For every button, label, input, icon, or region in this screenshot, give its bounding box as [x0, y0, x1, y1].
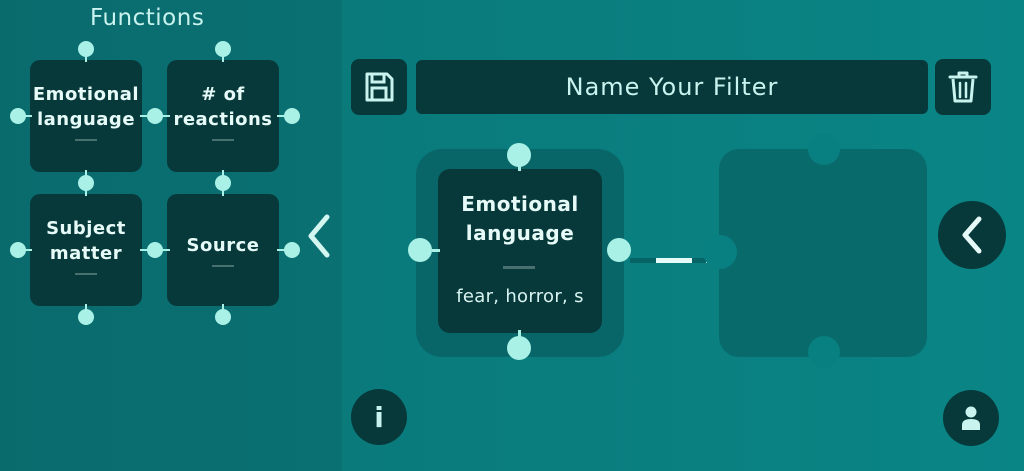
slot-notch-left	[703, 235, 737, 269]
filter-name-placeholder: Name Your Filter	[565, 73, 779, 101]
save-button[interactable]	[351, 59, 407, 115]
connector-node	[284, 242, 300, 258]
connector-node-right[interactable]	[607, 238, 631, 262]
filter-slot-empty[interactable]	[719, 149, 927, 357]
connector-node	[78, 309, 94, 325]
function-card-subject-matter[interactable]: Subject matter	[30, 194, 142, 306]
connector-node	[10, 242, 26, 258]
info-icon: i	[374, 400, 384, 434]
function-card-number-of-reactions[interactable]: # of reactions	[167, 60, 279, 172]
active-card-value: fear, horror, s	[456, 286, 584, 307]
connector-node-left[interactable]	[408, 238, 432, 262]
collapse-panel-button[interactable]	[305, 212, 333, 260]
back-button[interactable]	[938, 201, 1006, 269]
function-card-source[interactable]: Source	[167, 194, 279, 306]
person-icon	[962, 406, 980, 430]
chevron-left-icon	[308, 214, 330, 258]
connector-node	[78, 175, 94, 191]
function-card-emotional-language[interactable]: Emotional language	[30, 60, 142, 172]
connector-node-bottom[interactable]	[507, 336, 531, 360]
card-divider	[75, 272, 97, 275]
connector-node	[147, 242, 163, 258]
card-divider	[212, 265, 234, 267]
connector-node	[284, 108, 300, 124]
save-icon	[365, 72, 394, 102]
profile-button[interactable]	[943, 390, 999, 446]
connector-node	[215, 175, 231, 191]
connector-node	[215, 309, 231, 325]
active-card-title: Emotional language	[461, 192, 579, 245]
connector-node	[10, 108, 26, 124]
function-card-label: Emotional language	[32, 83, 140, 130]
connector-stub	[518, 165, 521, 171]
connector-node	[78, 41, 94, 57]
info-button[interactable]: i	[351, 389, 407, 445]
functions-title: Functions	[90, 5, 205, 31]
trash-icon	[948, 71, 978, 103]
slot-notch-top	[808, 133, 840, 165]
filter-name-input[interactable]: Name Your Filter	[416, 60, 928, 114]
connector-node	[147, 108, 163, 124]
delete-filter-button[interactable]	[935, 59, 991, 115]
chevron-left-icon	[962, 216, 982, 254]
function-card-label: # of reactions	[173, 83, 273, 130]
connector-stub	[432, 249, 440, 252]
slot-notch-bottom	[808, 336, 840, 368]
card-divider	[503, 266, 535, 269]
active-function-card[interactable]: Emotional language fear, horror, s	[438, 169, 602, 333]
function-card-label: Source	[186, 235, 260, 256]
card-divider	[75, 138, 97, 141]
card-divider	[212, 138, 234, 141]
function-card-label: Subject matter	[46, 217, 126, 264]
connector-node	[215, 41, 231, 57]
connector-node-top[interactable]	[507, 143, 531, 167]
connector-stub	[518, 330, 521, 338]
